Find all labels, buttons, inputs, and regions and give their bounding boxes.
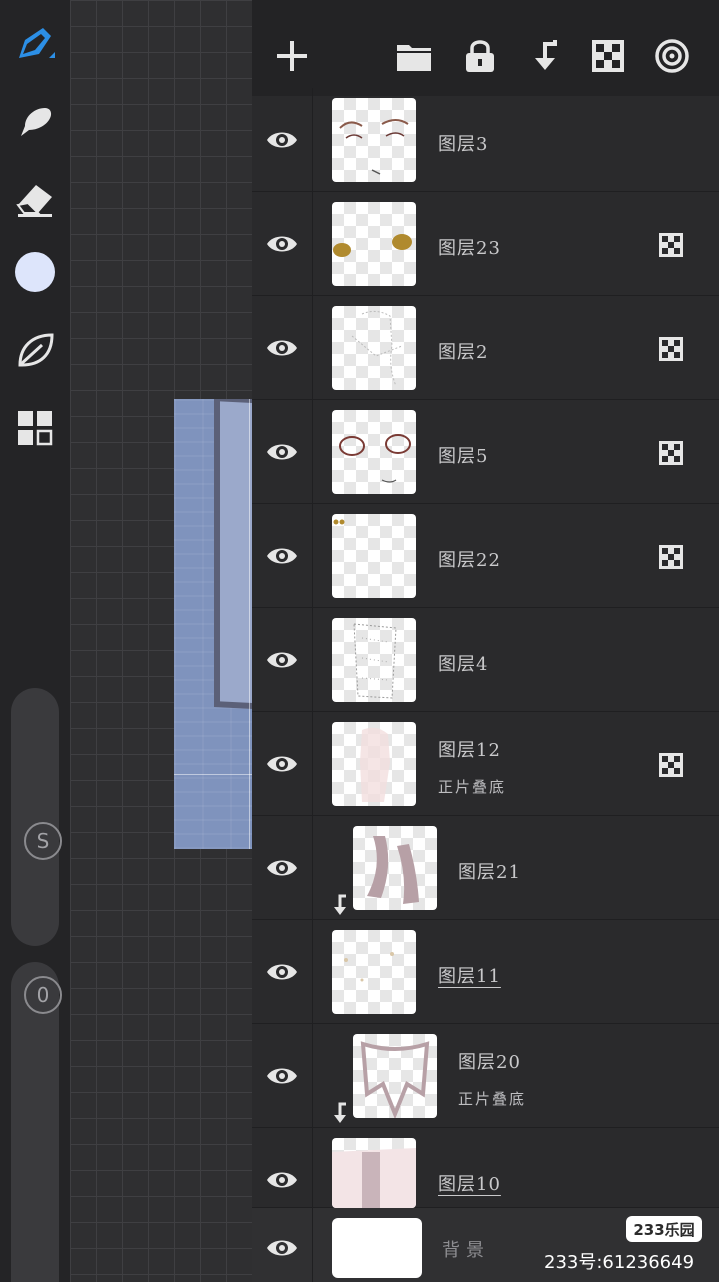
visibility-eye-icon[interactable]	[264, 954, 300, 990]
layer-name: 背景	[442, 1240, 490, 1261]
layer-name: 图层21	[458, 862, 521, 883]
clip-arrow-icon	[334, 1102, 346, 1123]
row-divider	[312, 296, 313, 399]
layer-row[interactable]: 图层21	[252, 816, 719, 920]
reference-icon[interactable]	[652, 36, 692, 76]
layer-thumbnail	[353, 826, 437, 910]
layers-panel: 图层3 图层23 图层2 图层5 图层22 图层4 图层12 正片叠底 图层21…	[252, 0, 719, 1282]
layer-name: 图层22	[438, 550, 501, 571]
layer-name: 图层11	[438, 966, 501, 987]
visibility-eye-icon[interactable]	[264, 538, 300, 574]
row-divider	[312, 192, 313, 295]
layer-name: 图层5	[438, 446, 489, 467]
layer-name: 图层12	[438, 740, 501, 761]
layer-row[interactable]: 图层11	[252, 920, 719, 1024]
layer-thumbnail	[332, 514, 416, 598]
row-divider	[312, 608, 313, 711]
layers-panel-toolbar	[252, 0, 719, 96]
clipping-mask-icon[interactable]	[658, 336, 684, 362]
brush-icon[interactable]	[13, 22, 57, 66]
layer-thumbnail	[332, 410, 416, 494]
layer-thumbnail	[353, 1034, 437, 1118]
visibility-eye-icon[interactable]	[264, 1162, 300, 1198]
clipping-mask-icon[interactable]	[658, 752, 684, 778]
clipping-mask-icon[interactable]	[658, 544, 684, 570]
leaf-icon[interactable]	[13, 328, 57, 372]
visibility-eye-icon[interactable]	[264, 122, 300, 158]
visibility-eye-icon[interactable]	[264, 642, 300, 678]
smudge-icon[interactable]	[13, 100, 57, 144]
brush-size-slider[interactable]: S	[11, 688, 62, 946]
row-divider	[312, 88, 313, 191]
visibility-eye-icon[interactable]	[264, 746, 300, 782]
layer-row[interactable]: 图层5	[252, 400, 719, 504]
row-divider	[312, 1024, 313, 1127]
size-slider-knob[interactable]: S	[24, 822, 62, 860]
visibility-eye-icon[interactable]	[264, 434, 300, 470]
layer-row[interactable]: 图层20 正片叠底	[252, 1024, 719, 1128]
clipping-mask-icon[interactable]	[658, 440, 684, 466]
layer-thumbnail	[332, 98, 416, 182]
tool-sidebar: S 0	[0, 0, 70, 1282]
clipping-mask-icon[interactable]	[658, 232, 684, 258]
visibility-eye-icon[interactable]	[264, 1058, 300, 1094]
layers-grid-icon[interactable]	[13, 406, 57, 450]
watermark-badge: 233乐园	[626, 1216, 702, 1242]
layer-name: 图层4	[438, 654, 489, 675]
row-divider	[312, 400, 313, 503]
layer-thumbnail	[332, 306, 416, 390]
row-divider	[312, 712, 313, 815]
layer-name: 图层10	[438, 1174, 501, 1195]
visibility-eye-icon[interactable]	[264, 850, 300, 886]
layer-row[interactable]: 图层23	[252, 192, 719, 296]
eraser-icon[interactable]	[13, 176, 57, 220]
visibility-eye-icon[interactable]	[264, 1230, 300, 1266]
layer-name: 图层3	[438, 134, 489, 155]
layer-row[interactable]: 图层12 正片叠底	[252, 712, 719, 816]
layer-name: 图层23	[438, 238, 501, 259]
layer-thumbnail	[332, 722, 416, 806]
row-divider	[312, 920, 313, 1023]
layer-row[interactable]: 图层22	[252, 504, 719, 608]
layer-thumbnail	[332, 1138, 416, 1208]
folder-icon[interactable]	[394, 36, 434, 76]
layer-row[interactable]: 图层4	[252, 608, 719, 712]
blend-mode-label: 正片叠底	[458, 1090, 527, 1108]
merge-down-icon[interactable]	[524, 36, 564, 76]
size-slider-label: S	[36, 829, 50, 853]
row-divider	[312, 504, 313, 607]
layer-thumbnail	[332, 930, 416, 1014]
layer-row[interactable]: 图层2	[252, 296, 719, 400]
color-swatch[interactable]	[13, 250, 57, 294]
opacity-slider-knob[interactable]: 0	[24, 976, 62, 1014]
layer-name: 图层2	[438, 342, 489, 363]
opacity-slider[interactable]: 0	[11, 962, 62, 1282]
visibility-eye-icon[interactable]	[264, 330, 300, 366]
lock-icon[interactable]	[460, 36, 500, 76]
clip-arrow-icon	[334, 894, 346, 915]
layer-row[interactable]: 图层3	[252, 88, 719, 192]
layer-thumbnail	[332, 618, 416, 702]
layer-row[interactable]: 图层10	[252, 1128, 719, 1208]
alpha-lock-icon[interactable]	[588, 36, 628, 76]
guide-line-vertical	[249, 399, 250, 849]
blend-mode-label: 正片叠底	[438, 778, 507, 796]
visibility-eye-icon[interactable]	[264, 226, 300, 262]
row-divider	[312, 1128, 313, 1207]
layer-name: 图层20	[458, 1052, 521, 1073]
add-layer-icon[interactable]	[272, 36, 312, 76]
row-divider	[312, 816, 313, 919]
background-thumbnail	[332, 1218, 422, 1278]
row-divider	[312, 1208, 313, 1282]
layer-thumbnail	[332, 202, 416, 286]
watermark-id: 233号:61236649	[544, 1252, 695, 1273]
opacity-slider-label: 0	[36, 983, 50, 1007]
